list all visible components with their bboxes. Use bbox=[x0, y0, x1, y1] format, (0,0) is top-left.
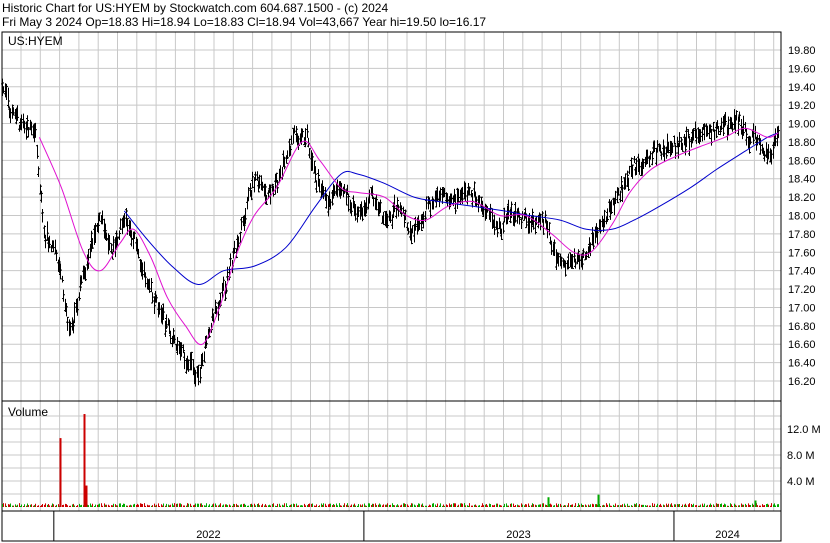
price-tick-label: 16.20 bbox=[788, 376, 816, 388]
price-tick-label: 19.60 bbox=[788, 63, 816, 75]
price-tick-label: 17.20 bbox=[788, 284, 816, 296]
price-tick-label: 16.40 bbox=[788, 358, 816, 370]
volume-axis-ticks: 12.0 M 8.0 M 4.0 M bbox=[787, 424, 821, 488]
price-tick-label: 19.40 bbox=[788, 82, 816, 94]
volume-bars bbox=[2, 414, 779, 507]
volume-panel-grid bbox=[2, 401, 781, 511]
price-tick-label: 16.80 bbox=[788, 321, 816, 333]
price-tick-label: 19.20 bbox=[788, 100, 816, 112]
date-axis-frame bbox=[1, 510, 782, 542]
price-panel-title: US:HYEM bbox=[8, 34, 63, 48]
price-tick-label: 17.00 bbox=[788, 302, 816, 314]
price-tick-label: 17.60 bbox=[788, 247, 816, 259]
volume-spike-bar bbox=[597, 494, 600, 507]
volume-tick-label: 12.0 M bbox=[787, 424, 821, 436]
volume-tick-label: 4.0 M bbox=[787, 476, 815, 488]
price-tick-label: 16.60 bbox=[788, 339, 816, 351]
volume-spike-bar bbox=[83, 414, 86, 507]
price-panel-frame bbox=[1, 31, 782, 402]
volume-spike-bar bbox=[547, 497, 550, 507]
price-panel-grid bbox=[2, 32, 781, 401]
volume-spike-bar bbox=[754, 500, 757, 507]
price-tick-label: 17.40 bbox=[788, 266, 816, 278]
price-tick-label: 18.60 bbox=[788, 155, 816, 167]
volume-spike-bar bbox=[59, 438, 62, 507]
price-axis-ticks: 19.80 19.60 19.40 19.20 19.00 18.80 18.60 18.40… bbox=[788, 45, 816, 388]
volume-tick-label: 8.0 M bbox=[787, 450, 815, 462]
stock-chart: US:HYEM Volume 19.80 19.60 19.40 19.20 19.00… bbox=[1, 31, 821, 542]
year-label: 2022 bbox=[196, 529, 220, 541]
price-tick-label: 18.20 bbox=[788, 192, 816, 204]
year-label: 2024 bbox=[715, 529, 739, 541]
price-tick-label: 18.40 bbox=[788, 174, 816, 186]
price-tick-label: 19.00 bbox=[788, 119, 816, 131]
volume-spike-bar bbox=[85, 485, 88, 507]
price-tick-label: 19.80 bbox=[788, 45, 816, 57]
price-tick-label: 18.80 bbox=[788, 137, 816, 149]
price-tick-label: 18.00 bbox=[788, 211, 816, 223]
volume-panel-title: Volume bbox=[8, 405, 48, 419]
moving-average-long-line bbox=[123, 132, 779, 286]
price-tick-label: 17.80 bbox=[788, 229, 816, 241]
year-label: 2023 bbox=[506, 529, 530, 541]
